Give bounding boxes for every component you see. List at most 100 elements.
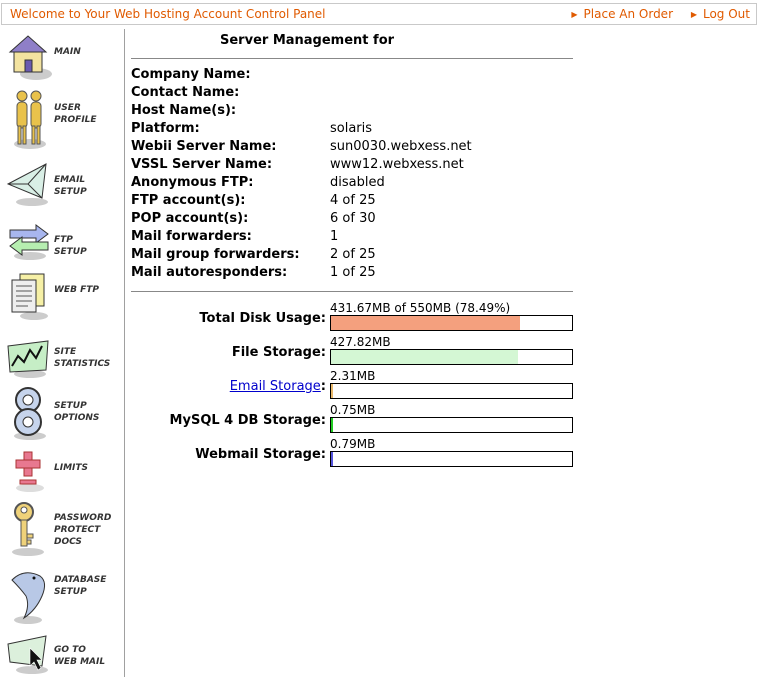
place-order-link[interactable]: ▶ Place An Order bbox=[571, 7, 673, 21]
usage-label: Webmail Storage: bbox=[195, 447, 326, 462]
info-key: Anonymous FTP: bbox=[131, 175, 254, 190]
envelope-icon bbox=[6, 163, 48, 206]
info-value: disabled bbox=[330, 175, 385, 190]
sidebar-item-web-ftp[interactable]: WEB FTP bbox=[6, 272, 124, 332]
info-row: Anonymous FTP: disabled bbox=[131, 175, 573, 193]
sidebar-item-label: GO TO WEB MAIL bbox=[54, 645, 106, 667]
email-storage-link[interactable]: Email Storage bbox=[230, 379, 321, 394]
label-colon: : bbox=[320, 379, 326, 394]
usage-row: Webmail Storage: 0.79MB bbox=[131, 437, 573, 471]
sidebar-divider bbox=[124, 29, 125, 677]
usage-row: Total Disk Usage: 431.67MB of 550MB (78.4… bbox=[131, 301, 573, 335]
info-row: Webii Server Name: sun0030.webxess.net bbox=[131, 139, 573, 157]
sidebar-item-label: DATABASE SETUP bbox=[54, 575, 107, 597]
usage-value: 0.79MB bbox=[330, 437, 376, 451]
info-value: www12.webxess.net bbox=[330, 157, 464, 172]
sidebar-item-email-setup[interactable]: EMAIL SETUP bbox=[6, 162, 124, 222]
info-row: FTP account(s): 4 of 25 bbox=[131, 193, 573, 211]
usage-bar bbox=[330, 417, 573, 433]
dolphin-icon bbox=[11, 572, 46, 624]
sidebar-item-go-to-web-mail[interactable]: GO TO WEB MAIL bbox=[6, 634, 124, 694]
info-value: 6 of 30 bbox=[330, 211, 376, 226]
info-key: Mail autoresponders: bbox=[131, 265, 288, 280]
info-value: sun0030.webxess.net bbox=[330, 139, 472, 154]
info-row: VSSL Server Name: www12.webxess.net bbox=[131, 157, 573, 175]
key-icon bbox=[12, 502, 44, 556]
info-value: 1 bbox=[330, 229, 339, 244]
usage-bar-fill bbox=[331, 418, 333, 432]
sidebar-item-label: WEB FTP bbox=[54, 285, 99, 295]
info-row: Company Name: bbox=[131, 67, 573, 85]
top-nav: ▶ Place An Order ▶ Log Out bbox=[557, 7, 750, 21]
plus-minus-icon bbox=[15, 451, 44, 492]
info-key: Platform: bbox=[131, 121, 200, 136]
usage-bar-fill bbox=[331, 316, 520, 330]
sidebar-item-main[interactable]: MAIN bbox=[6, 32, 124, 92]
info-value: 2 of 25 bbox=[330, 247, 376, 262]
sidebar-item-label: USER PROFILE bbox=[54, 103, 97, 125]
arrow-right-icon: ▶ bbox=[690, 10, 697, 19]
sidebar-item-user-profile[interactable]: USER PROFILE bbox=[6, 88, 124, 149]
info-key: Contact Name: bbox=[131, 85, 240, 100]
info-row: Host Name(s): bbox=[131, 103, 573, 121]
usage-bar-fill bbox=[331, 452, 333, 466]
sidebar-item-label: MAIN bbox=[54, 47, 81, 57]
usage-bar-fill bbox=[331, 350, 518, 364]
usage-value: 431.67MB of 550MB (78.49%) bbox=[330, 301, 511, 315]
webmail-icon bbox=[7, 635, 48, 674]
usage-bar-fill bbox=[331, 384, 333, 398]
usage-value: 2.31MB bbox=[330, 369, 376, 383]
usage-bar bbox=[330, 315, 573, 331]
sidebar-item-label: SITE STATISTICS bbox=[54, 347, 111, 369]
info-key: Host Name(s): bbox=[131, 103, 237, 118]
usage-bar bbox=[330, 383, 573, 399]
usage-label: File Storage: bbox=[231, 345, 326, 360]
info-key: VSSL Server Name: bbox=[131, 157, 273, 172]
info-row: Platform: solaris bbox=[131, 121, 573, 139]
info-key: Mail group forwarders: bbox=[131, 247, 300, 262]
sidebar-item-password-protect[interactable]: PASSWORD PROTECT DOCS bbox=[6, 500, 124, 560]
info-key: Company Name: bbox=[131, 67, 251, 82]
stats-chart-icon bbox=[7, 340, 49, 378]
info-row: Mail autoresponders: 1 of 25 bbox=[131, 265, 573, 283]
usage-label: Total Disk Usage: bbox=[199, 311, 326, 326]
top-bar: Welcome to Your Web Hosting Account Cont… bbox=[1, 3, 757, 25]
arrow-right-icon: ▶ bbox=[571, 10, 578, 19]
arrows-icon bbox=[9, 224, 49, 260]
sidebar-item-setup-options[interactable]: SETUP OPTIONS bbox=[6, 386, 124, 446]
sidebar-item-database-setup[interactable]: DATABASE SETUP bbox=[6, 566, 124, 626]
usage-label: Email Storage: bbox=[230, 379, 326, 394]
log-out-link[interactable]: ▶ Log Out bbox=[691, 7, 750, 21]
info-row: POP account(s): 6 of 30 bbox=[131, 211, 573, 229]
page-title: Server Management for bbox=[220, 33, 395, 48]
settings-icon bbox=[14, 387, 46, 440]
usage-row: Email Storage: 2.31MB bbox=[131, 369, 573, 403]
usage-row: MySQL 4 DB Storage: 0.75MB bbox=[131, 403, 573, 437]
info-key: Mail forwarders: bbox=[131, 229, 252, 244]
welcome-text: Welcome to Your Web Hosting Account Cont… bbox=[10, 7, 326, 21]
sidebar-item-label: FTP SETUP bbox=[54, 235, 87, 257]
info-key: Webii Server Name: bbox=[131, 139, 277, 154]
info-value: 4 of 25 bbox=[330, 193, 376, 208]
info-row: Mail group forwarders: 2 of 25 bbox=[131, 247, 573, 265]
sidebar-item-label: PASSWORD PROTECT DOCS bbox=[54, 513, 112, 547]
sidebar-item-label: SETUP OPTIONS bbox=[54, 401, 100, 423]
usage-label: MySQL 4 DB Storage: bbox=[169, 413, 326, 428]
info-row: Contact Name: bbox=[131, 85, 573, 103]
documents-icon bbox=[11, 273, 48, 320]
log-out-label: Log Out bbox=[702, 7, 750, 21]
usage-bar bbox=[330, 451, 573, 467]
sidebar-item-label: EMAIL SETUP bbox=[54, 175, 87, 197]
usage-value: 427.82MB bbox=[330, 335, 391, 349]
sidebar-item-label: LIMITS bbox=[54, 463, 89, 473]
info-value: 1 of 25 bbox=[330, 265, 376, 280]
divider bbox=[131, 58, 573, 59]
usage-row: File Storage: 427.82MB bbox=[131, 335, 573, 369]
info-value: solaris bbox=[330, 121, 373, 136]
usage-value: 0.75MB bbox=[330, 403, 376, 417]
divider bbox=[131, 291, 573, 292]
house-icon bbox=[8, 35, 52, 80]
info-row: Mail forwarders: 1 bbox=[131, 229, 573, 247]
usage-bar bbox=[330, 349, 573, 365]
place-order-label: Place An Order bbox=[583, 7, 673, 21]
